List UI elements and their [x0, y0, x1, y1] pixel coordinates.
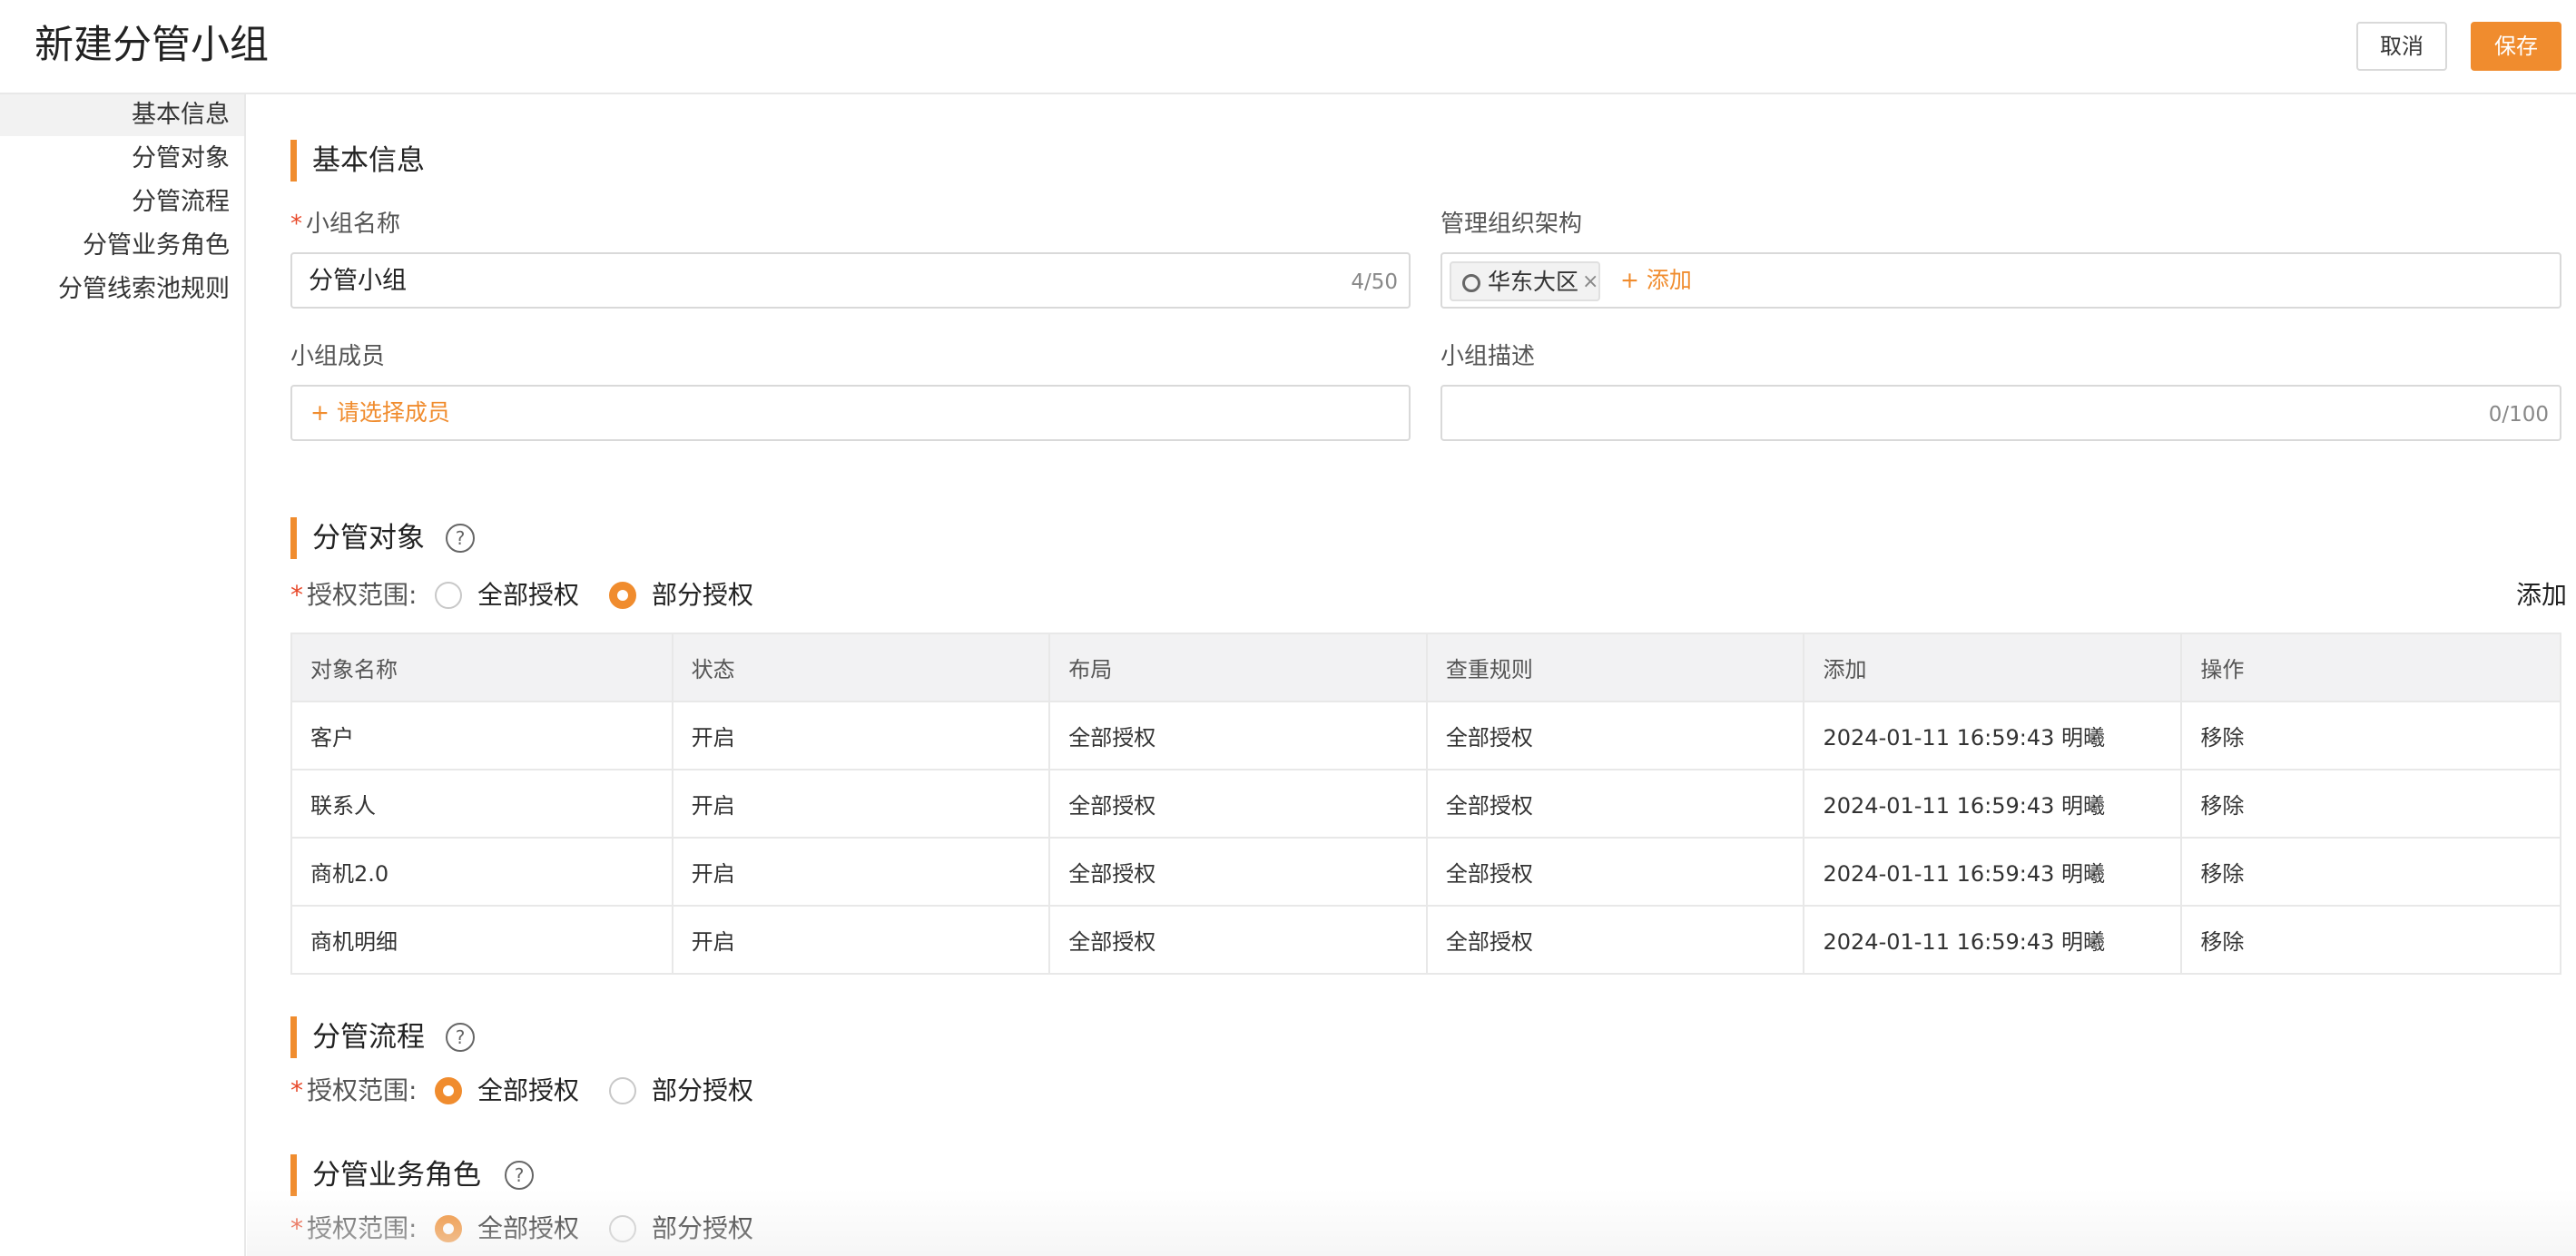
cell-added: 2024-01-11 16:59:43 明曦 — [1803, 905, 2183, 975]
sidebar-nav: 基本信息 分管对象 分管流程 分管业务角色 分管线索池规则 — [0, 94, 246, 1256]
cell-added: 2024-01-11 16:59:43 明曦 — [1803, 769, 2183, 839]
table-header-row: 对象名称 状态 布局 查重规则 添加 操作 — [290, 633, 2561, 702]
remove-link[interactable]: 移除 — [2180, 769, 2561, 839]
cell-layout: 全部授权 — [1048, 769, 1428, 839]
sidebar-item-lead-pool-rules[interactable]: 分管线索池规则 — [0, 269, 244, 310]
table-row: 客户 开启 全部授权 全部授权 2024-01-11 16:59:43 明曦 移… — [290, 701, 2561, 770]
cell-dedupe: 全部授权 — [1425, 905, 1805, 975]
group-name-value: 分管小组 — [309, 267, 407, 295]
cell-dedupe: 全部授权 — [1425, 701, 1805, 770]
group-name-label: * 小组名称 — [290, 209, 400, 240]
section-title-process: 分管流程 — [290, 1016, 425, 1058]
required-mark: * — [290, 1075, 303, 1105]
org-tag-label: 华东大区 — [1488, 269, 1579, 295]
radio-all-auth-label[interactable]: 全部授权 — [477, 577, 579, 613]
col-header-added: 添加 — [1803, 633, 2183, 702]
cell-dedupe: 全部授权 — [1425, 769, 1805, 839]
cancel-button[interactable]: 取消 — [2356, 22, 2447, 71]
org-structure-label: 管理组织架构 — [1440, 211, 1583, 238]
help-icon[interactable]: ? — [446, 524, 475, 553]
cell-layout: 全部授权 — [1048, 701, 1428, 770]
radio-all-auth-label[interactable]: 全部授权 — [477, 1073, 579, 1109]
radio-partial-auth-label[interactable]: 部分授权 — [652, 1211, 753, 1247]
section-title-objects: 分管对象 — [290, 517, 425, 559]
sidebar-item-process[interactable]: 分管流程 — [0, 182, 244, 223]
group-name-label-text: 小组名称 — [306, 211, 401, 238]
members-field[interactable]: + 请选择成员 — [290, 385, 1411, 441]
description-input[interactable]: 0/100 — [1440, 385, 2561, 441]
col-header-object-name: 对象名称 — [290, 633, 673, 702]
scope-label: * 授权范围: — [290, 1211, 417, 1247]
sidebar-item-objects[interactable]: 分管对象 — [0, 138, 244, 180]
cell-added: 2024-01-11 16:59:43 明曦 — [1803, 837, 2183, 907]
org-structure-field[interactable]: 华东大区 × + 添加 — [1440, 252, 2561, 309]
help-icon[interactable]: ? — [505, 1161, 534, 1190]
scope-label-text: 授权范围: — [307, 1075, 418, 1105]
group-name-counter: 4/50 — [1351, 270, 1398, 294]
objects-scope-row: * 授权范围: 全部授权 部分授权 添加 — [290, 577, 2567, 613]
remove-link[interactable]: 移除 — [2180, 905, 2561, 975]
section-title-business-roles: 分管业务角色 — [290, 1154, 481, 1196]
radio-partial-auth[interactable] — [609, 1077, 636, 1104]
table-row: 商机明细 开启 全部授权 全部授权 2024-01-11 16:59:43 明曦… — [290, 905, 2561, 975]
cell-layout: 全部授权 — [1048, 837, 1428, 907]
scope-label: * 授权范围: — [290, 1073, 417, 1109]
roles-scope-row: * 授权范围: 全部授权 部分授权 — [290, 1211, 1107, 1247]
objects-table: 对象名称 状态 布局 查重规则 添加 操作 客户 开启 全部授权 全部授权 20… — [290, 633, 2561, 975]
org-node-icon — [1462, 274, 1480, 292]
table-row: 商机2.0 开启 全部授权 全部授权 2024-01-11 16:59:43 明… — [290, 837, 2561, 907]
col-header-status: 状态 — [671, 633, 1051, 702]
select-members-button[interactable]: + 请选择成员 — [310, 397, 450, 428]
remove-link[interactable]: 移除 — [2180, 701, 2561, 770]
radio-all-auth[interactable] — [435, 582, 462, 609]
cell-status: 开启 — [671, 905, 1051, 975]
scope-label: * 授权范围: — [290, 577, 417, 613]
scope-label-text: 授权范围: — [307, 580, 418, 610]
radio-partial-auth-label[interactable]: 部分授权 — [652, 577, 753, 613]
col-header-dedupe: 查重规则 — [1425, 633, 1805, 702]
help-icon[interactable]: ? — [446, 1023, 475, 1052]
process-scope-row: * 授权范围: 全部授权 部分授权 — [290, 1073, 1107, 1109]
cell-status: 开启 — [671, 701, 1051, 770]
col-header-actions: 操作 — [2180, 633, 2561, 702]
scope-label-text: 授权范围: — [307, 1213, 418, 1243]
cell-object-name: 客户 — [290, 701, 673, 770]
header: 新建分管小组 取消 保存 — [0, 0, 2576, 94]
cell-status: 开启 — [671, 837, 1051, 907]
required-mark: * — [290, 1213, 303, 1243]
add-org-button[interactable]: + 添加 — [1620, 265, 1692, 296]
radio-partial-auth[interactable] — [609, 582, 636, 609]
org-tag: 华东大区 × — [1450, 261, 1600, 301]
page: 新建分管小组 取消 保存 基本信息 分管对象 分管流程 分管业务角色 分管线索池… — [0, 0, 2576, 1256]
cell-layout: 全部授权 — [1048, 905, 1428, 975]
cell-status: 开启 — [671, 769, 1051, 839]
add-object-button[interactable]: 添加 — [2516, 577, 2567, 613]
radio-partial-auth[interactable] — [609, 1215, 636, 1242]
cell-object-name: 联系人 — [290, 769, 673, 839]
cell-object-name: 商机2.0 — [290, 837, 673, 907]
remove-link[interactable]: 移除 — [2180, 837, 2561, 907]
close-icon[interactable]: × — [1582, 268, 1598, 297]
cell-object-name: 商机明细 — [290, 905, 673, 975]
save-button[interactable]: 保存 — [2471, 22, 2561, 71]
radio-all-auth-label[interactable]: 全部授权 — [477, 1211, 579, 1247]
required-mark: * — [290, 580, 303, 610]
radio-partial-auth-label[interactable]: 部分授权 — [652, 1073, 753, 1109]
cell-dedupe: 全部授权 — [1425, 837, 1805, 907]
members-label: 小组成员 — [290, 343, 386, 370]
page-title: 新建分管小组 — [34, 23, 269, 68]
section-title-basic-info: 基本信息 — [290, 140, 425, 182]
sidebar-item-basic-info[interactable]: 基本信息 — [0, 94, 244, 136]
cell-added: 2024-01-11 16:59:43 明曦 — [1803, 701, 2183, 770]
description-label: 小组描述 — [1440, 343, 1536, 370]
radio-all-auth[interactable] — [435, 1215, 462, 1242]
group-name-input[interactable]: 分管小组 4/50 — [290, 252, 1411, 309]
col-header-layout: 布局 — [1048, 633, 1428, 702]
sidebar-item-business-roles[interactable]: 分管业务角色 — [0, 225, 244, 267]
required-mark: * — [290, 211, 302, 238]
description-counter: 0/100 — [2488, 403, 2549, 427]
radio-all-auth[interactable] — [435, 1077, 462, 1104]
table-row: 联系人 开启 全部授权 全部授权 2024-01-11 16:59:43 明曦 … — [290, 769, 2561, 839]
